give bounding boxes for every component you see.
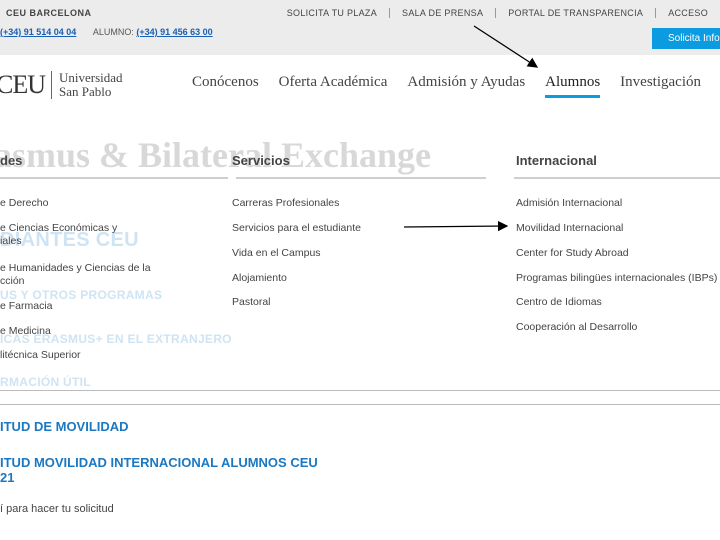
- menu-link-movilidad-internacional[interactable]: Movilidad Internacional: [516, 222, 623, 234]
- content-heading-movilidad-internacional[interactable]: ITUD MOVILIDAD INTERNACIONAL ALUMNOS CEU: [0, 455, 318, 470]
- logo-mark: CEU: [0, 70, 46, 99]
- menu-link-cooperacion[interactable]: Cooperación al Desarrollo: [516, 321, 637, 333]
- menu-rule-3: [514, 177, 720, 179]
- top-link-transparencia[interactable]: PORTAL DE TRANSPARENCIA: [495, 8, 655, 18]
- logo-name: Universidad San Pablo: [59, 71, 123, 99]
- menu-link-farmacia[interactable]: e Farmacia: [0, 300, 53, 312]
- menu-link-idiomas[interactable]: Centro de Idiomas: [516, 296, 602, 308]
- top-link-solicita-plaza[interactable]: SOLICITA TU PLAZA: [275, 8, 389, 18]
- top-link-sala-prensa[interactable]: SALA DE PRENSA: [389, 8, 495, 18]
- brand-label: CEU BARCELONA: [6, 8, 92, 18]
- top-links: SOLICITA TU PLAZA SALA DE PRENSA PORTAL …: [275, 8, 720, 18]
- logo-line-2: San Pablo: [59, 84, 112, 99]
- menu-link-servicios-estudiante[interactable]: Servicios para el estudiante: [232, 222, 361, 234]
- content-heading-movilidad[interactable]: ITUD DE MOVILIDAD: [0, 419, 129, 434]
- phone-numbers: (+34) 91 514 04 04 ALUMNO: (+34) 91 456 …: [0, 27, 213, 37]
- logo-divider: [51, 71, 52, 99]
- main-nav: Conócenos Oferta Académica Admisión y Ay…: [192, 74, 720, 98]
- content-divider: [0, 404, 720, 405]
- menu-link-economicas[interactable]: e Ciencias Económicas y: [0, 222, 117, 234]
- content-heading-movilidad-internacional-cont[interactable]: 21: [0, 470, 14, 485]
- menu-link-humanidades[interactable]: e Humanidades y Ciencias de la: [0, 262, 151, 274]
- menu-heading-internacional: Internacional: [516, 153, 597, 168]
- menu-link-ibps[interactable]: Programas bilingües internacionales (IBP…: [516, 272, 717, 284]
- nav-item-admision[interactable]: Admisión y Ayudas: [407, 74, 525, 98]
- phone-students-link[interactable]: (+34) 91 456 63 00: [136, 27, 212, 37]
- request-info-button[interactable]: Solicita Info: [652, 28, 720, 49]
- menu-rule-1: [0, 177, 228, 179]
- menu-rule-2: [236, 177, 486, 179]
- logo-line-1: Universidad: [59, 70, 123, 85]
- menu-link-study-abroad[interactable]: Center for Study Abroad: [516, 247, 629, 259]
- menu-link-pastoral[interactable]: Pastoral: [232, 296, 271, 308]
- menu-link-alojamiento[interactable]: Alojamiento: [232, 272, 287, 284]
- nav-item-investigacion[interactable]: Investigación: [620, 74, 701, 98]
- menu-heading-facultades: des: [0, 153, 23, 168]
- alumnos-dropdown-menu: des Servicios Internacional e Derecho e …: [0, 143, 720, 390]
- students-label: ALUMNO:: [92, 27, 134, 37]
- menu-link-medicina[interactable]: e Medicina: [0, 325, 51, 337]
- top-link-acceso[interactable]: ACCESO: [655, 8, 720, 18]
- nav-item-conocenos[interactable]: Conócenos: [192, 74, 259, 98]
- university-logo[interactable]: CEU Universidad San Pablo: [0, 70, 123, 100]
- nav-item-alumnos[interactable]: Alumnos: [545, 74, 601, 98]
- phone-general-link[interactable]: (+34) 91 514 04 04: [0, 27, 76, 37]
- menu-link-humanidades-cont[interactable]: cción: [0, 275, 25, 287]
- menu-link-carreras[interactable]: Carreras Profesionales: [232, 197, 339, 209]
- menu-link-economicas-cont[interactable]: iales: [0, 235, 22, 247]
- menu-link-derecho[interactable]: e Derecho: [0, 197, 48, 209]
- menu-link-admision-internacional[interactable]: Admisión Internacional: [516, 197, 622, 209]
- nav-item-oferta-academica[interactable]: Oferta Académica: [279, 74, 388, 98]
- menu-heading-servicios: Servicios: [232, 153, 290, 168]
- menu-bottom-border: [0, 390, 720, 391]
- menu-link-politecnica[interactable]: litécnica Superior: [0, 349, 81, 361]
- top-utility-bar: CEU BARCELONA (+34) 91 514 04 04 ALUMNO:…: [0, 0, 720, 55]
- menu-link-vida-campus[interactable]: Vida en el Campus: [232, 247, 321, 259]
- content-request-note[interactable]: í para hacer tu solicitud: [0, 503, 114, 515]
